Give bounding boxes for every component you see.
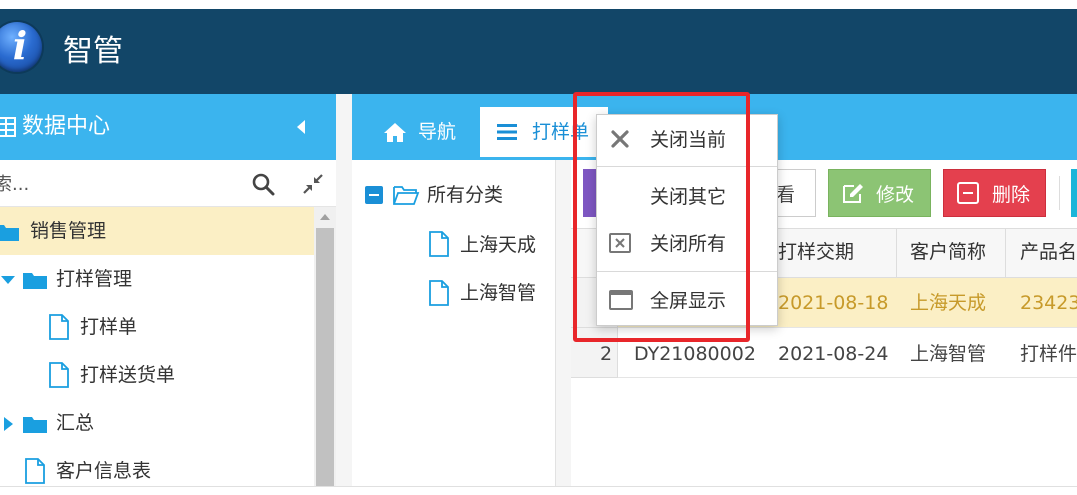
minus-square-icon — [957, 182, 979, 204]
sidebar-item-sample-order[interactable]: 打样单 — [0, 303, 314, 351]
sidebar-scrollbar-thumb[interactable] — [316, 228, 334, 487]
sidebar-item-label: 打样单 — [80, 316, 138, 338]
search-icon[interactable] — [251, 172, 275, 196]
file-icon — [25, 458, 45, 484]
delete-button-label: 删除 — [992, 184, 1031, 206]
compress-icon[interactable] — [302, 173, 324, 195]
menu-icon — [497, 124, 517, 140]
caret-right-icon[interactable] — [2, 416, 14, 432]
sidebar-item-summary[interactable]: 汇总 — [0, 399, 314, 447]
row-index: 2 — [600, 343, 613, 365]
sidebar-search-input[interactable] — [0, 168, 234, 200]
toolbar-divider — [1059, 176, 1060, 210]
grid-icon — [0, 117, 16, 137]
sidebar-item-label: 汇总 — [56, 412, 95, 434]
edit-icon — [843, 184, 863, 203]
file-icon — [49, 314, 69, 340]
file-icon — [49, 362, 69, 388]
sidebar-item-sample-delivery[interactable]: 打样送货单 — [0, 351, 314, 399]
sidebar-item-label: 销售管理 — [30, 220, 107, 242]
sidebar-item-customer-info[interactable]: 客户信息表 — [0, 447, 314, 495]
cell-customer: 上海天成 — [910, 292, 987, 314]
cell-code: DY21080002 — [634, 343, 756, 365]
cell-product: 23423 — [1020, 292, 1077, 314]
sidebar-item-label: 打样管理 — [56, 268, 133, 290]
category-item-label[interactable]: 上海天成 — [460, 231, 536, 259]
scroll-up-arrow-icon[interactable] — [318, 212, 332, 222]
cell-customer: 上海智管 — [910, 343, 987, 365]
edit-button-label: 修改 — [876, 184, 915, 206]
tab-navigation-label: 导航 — [418, 121, 457, 143]
cell-date: 2021-08-24 — [778, 343, 889, 365]
grid-header-product-label: 产品名 — [1020, 241, 1077, 263]
home-icon — [384, 123, 406, 142]
sidebar-item-sales[interactable]: 销售管理 — [0, 207, 314, 255]
category-root-label[interactable]: 所有分类 — [427, 181, 503, 209]
more-button[interactable] — [1071, 169, 1077, 217]
category-item-label[interactable]: 上海智管 — [460, 279, 536, 307]
file-icon — [429, 280, 449, 306]
cell-product: 打样件 — [1020, 343, 1077, 365]
folder-icon — [0, 225, 19, 241]
sidebar-item-label: 客户信息表 — [56, 460, 152, 482]
highlight-annotation — [573, 92, 750, 342]
top-strip — [0, 0, 1077, 9]
file-icon — [429, 231, 449, 257]
collapse-sidebar-icon[interactable] — [293, 113, 309, 141]
app-logo-letter: i — [12, 23, 28, 68]
sidebar-gutter — [336, 94, 352, 487]
app-header — [0, 9, 1077, 94]
grid-header-customer-label: 客户简称 — [910, 241, 987, 263]
collapse-node-icon[interactable] — [365, 186, 383, 204]
sidebar-item-label: 打样送货单 — [80, 364, 176, 386]
category-gutter — [556, 160, 571, 487]
view-button-label: 看 — [776, 184, 796, 206]
cell-date: 2021-08-18 — [778, 292, 889, 314]
category-panel — [352, 160, 556, 487]
caret-down-icon[interactable] — [0, 274, 16, 286]
sidebar-item-sample-mgmt[interactable]: 打样管理 — [0, 255, 314, 303]
folder-open-icon — [393, 186, 420, 205]
grid-header-date-label: 打样交期 — [778, 241, 855, 263]
folder-icon — [23, 417, 47, 433]
folder-icon — [23, 273, 47, 289]
app-title: 智管 — [63, 34, 123, 69]
sidebar-title: 数据中心 — [22, 114, 111, 139]
